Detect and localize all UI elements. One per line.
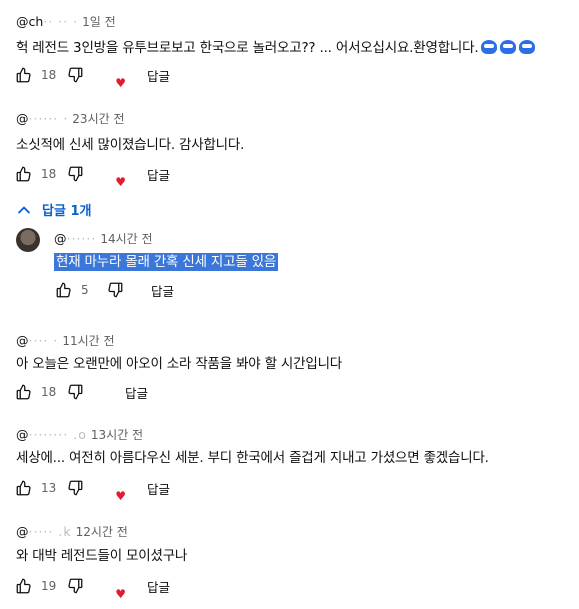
like-count: 18	[41, 167, 57, 181]
reply-author[interactable]: @······ 14시간 전	[54, 230, 153, 247]
comment-author[interactable]: @········ .o 13시간 전	[16, 426, 143, 443]
reply-button[interactable]: 답글	[147, 577, 170, 596]
comment-time[interactable]: 11시간 전	[62, 334, 114, 348]
reply-text: 현재 마누라 몰래 간혹 신세 지고들 있음	[54, 250, 279, 271]
reply-button[interactable]: 답글	[147, 66, 170, 85]
reply-button[interactable]: 답글	[147, 479, 170, 498]
like-count: 19	[41, 579, 57, 593]
comment-actions: 18 답글	[14, 380, 148, 404]
heart-icon: ♥	[115, 175, 126, 189]
creator-heart-icon: ♥	[99, 575, 126, 600]
emoji-icon	[500, 40, 517, 54]
comment-author[interactable]: @······ · 23시간 전	[16, 110, 125, 127]
author-handle-masked: ······ ·	[28, 111, 69, 126]
like-count: 13	[41, 481, 57, 495]
reply-button[interactable]: 답글	[147, 165, 170, 184]
like-count: 18	[41, 385, 57, 399]
creator-heart-icon: ♥	[99, 64, 126, 89]
comment-actions: 19 ♥ 답글	[14, 574, 170, 600]
comment-time[interactable]: 14시간 전	[100, 232, 152, 246]
author-handle[interactable]: @	[16, 427, 29, 442]
author-handle[interactable]: @ch	[16, 14, 43, 29]
comment-text: 헉 레전드 3인방을 유투브로보고 한국으로 놀러오고?? ... 어서오십시요…	[16, 36, 536, 56]
heart-icon: ♥	[115, 76, 126, 90]
reply-text-selected: 현재 마누라 몰래 간혹 신세 지고들 있음	[54, 253, 279, 271]
creator-heart-icon: ♥	[99, 163, 126, 188]
comment-time[interactable]: 23시간 전	[72, 112, 124, 126]
comment-text-body: 헉 레전드 3인방을 유투브로보고 한국으로 놀러오고?? ... 어서오십시요…	[16, 40, 479, 56]
author-handle-masked: ········ .o	[28, 427, 87, 442]
author-handle[interactable]: @	[54, 231, 67, 246]
author-handle[interactable]: @	[16, 333, 29, 348]
comment-actions: 18 ♥ 답글	[14, 63, 170, 89]
author-handle-masked: ······	[66, 231, 97, 246]
comment-author[interactable]: @ch·· ·· · 1일 전	[16, 13, 116, 30]
heart-icon: ♥	[115, 587, 126, 601]
replies-toggle-button[interactable]: 답글 1개	[16, 200, 91, 219]
thumb-up-icon[interactable]	[14, 382, 34, 402]
comment-text: 와 대박 레전드들이 모이셨구나	[16, 548, 188, 564]
comment-text: 세상에... 여전히 아름다우신 세분. 부디 한국에서 즐겁게 지내고 가셨으…	[16, 450, 489, 466]
author-handle-masked: ·· ·· ·	[43, 14, 79, 29]
like-count: 5	[81, 283, 89, 297]
emoji-icon	[519, 40, 536, 54]
chevron-up-icon	[18, 206, 30, 213]
thumb-down-icon[interactable]	[65, 382, 85, 402]
thumb-down-icon[interactable]	[105, 280, 125, 300]
comment-author[interactable]: @····· .k 12시간 전	[16, 523, 128, 540]
thumb-up-icon[interactable]	[14, 164, 34, 184]
thumb-down-icon[interactable]	[65, 65, 85, 85]
thumb-up-icon[interactable]	[14, 478, 34, 498]
comment-text: 소싯적에 신세 많이졌습니다. 감사합니다.	[16, 137, 245, 153]
thumb-up-icon[interactable]	[14, 576, 34, 596]
emoji-icon	[481, 40, 498, 54]
author-handle[interactable]: @	[16, 524, 29, 539]
comment-author[interactable]: @···· · 11시간 전	[16, 332, 115, 349]
heart-icon: ♥	[115, 489, 126, 503]
thumb-down-icon[interactable]	[65, 478, 85, 498]
author-handle[interactable]: @	[16, 111, 29, 126]
replies-toggle-label: 답글 1개	[42, 204, 92, 219]
creator-heart-icon: ♥	[99, 477, 126, 502]
comment-time[interactable]: 12시간 전	[76, 525, 128, 539]
comment-time[interactable]: 13시간 전	[91, 428, 143, 442]
thumb-up-icon[interactable]	[54, 280, 74, 300]
comment-actions: 18 ♥ 답글	[14, 162, 170, 188]
reply-actions: 5 답글	[54, 278, 174, 302]
comment-time[interactable]: 1일 전	[82, 15, 116, 29]
thumb-down-icon[interactable]	[65, 164, 85, 184]
thumb-up-icon[interactable]	[14, 65, 34, 85]
reply-button[interactable]: 답글	[125, 383, 148, 402]
reply-button[interactable]: 답글	[151, 281, 174, 300]
avatar[interactable]	[16, 228, 40, 252]
author-handle-masked: ···· ·	[28, 333, 59, 348]
like-count: 18	[41, 68, 57, 82]
comment-text: 아 오늘은 오랜만에 아오이 소라 작품을 봐야 할 시간입니다	[16, 356, 343, 372]
author-handle-masked: ····· .k	[28, 524, 72, 539]
thumb-down-icon[interactable]	[65, 576, 85, 596]
comment-actions: 13 ♥ 답글	[14, 476, 170, 502]
